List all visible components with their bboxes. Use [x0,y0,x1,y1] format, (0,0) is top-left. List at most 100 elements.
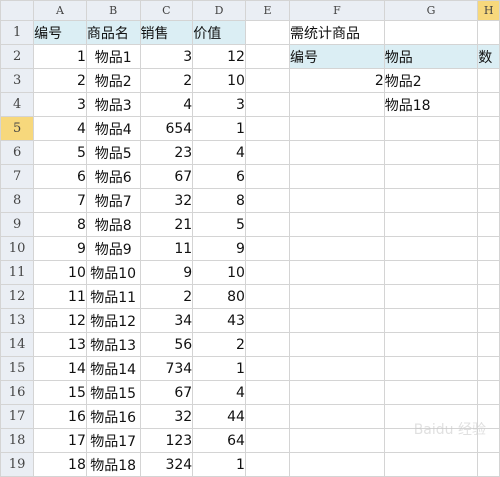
cell-e17[interactable] [244,404,291,429]
cell-g3[interactable]: 物品2 [383,68,479,93]
cell-e14[interactable] [244,332,291,357]
cell-f5[interactable] [289,116,385,141]
cell-g9[interactable] [383,212,479,237]
cell-f6[interactable] [289,140,385,165]
cell-f19[interactable] [289,452,385,477]
cell-c2[interactable]: 3 [139,44,194,69]
cell-g2[interactable]: 物品 [383,44,479,69]
cell-h7[interactable] [477,164,500,189]
cell-a6[interactable]: 5 [33,140,87,165]
cell-h6[interactable] [477,140,500,165]
cell-a7[interactable]: 6 [33,164,87,189]
column-header-f[interactable]: F [289,0,385,21]
row-header-13[interactable]: 13 [0,308,35,333]
cell-b14[interactable]: 物品13 [85,332,141,357]
cell-g5[interactable] [383,116,479,141]
cell-d12[interactable]: 80 [192,284,246,309]
row-header-15[interactable]: 15 [0,356,35,381]
cell-d10[interactable]: 9 [192,236,246,261]
cell-h17[interactable] [477,404,500,429]
row-header-9[interactable]: 9 [0,212,35,237]
cell-a18[interactable]: 17 [33,428,87,453]
cell-b19[interactable]: 物品18 [85,452,141,477]
cell-b12[interactable]: 物品11 [85,284,141,309]
cell-h16[interactable] [477,380,500,405]
cell-e4[interactable] [244,92,291,117]
cell-b2[interactable]: 物品1 [85,44,141,69]
cell-c12[interactable]: 2 [139,284,194,309]
cell-e18[interactable] [244,428,291,453]
cell-b1[interactable]: 商品名 [85,20,141,45]
column-header-d[interactable]: D [192,0,246,21]
cell-f4[interactable] [289,92,385,117]
cell-e11[interactable] [244,260,291,285]
row-header-12[interactable]: 12 [0,284,35,309]
cell-d5[interactable]: 1 [192,116,246,141]
row-header-10[interactable]: 10 [0,236,35,261]
row-header-7[interactable]: 7 [0,164,35,189]
cell-h15[interactable] [477,356,500,381]
cell-f14[interactable] [289,332,385,357]
row-header-3[interactable]: 3 [0,68,35,93]
cell-c9[interactable]: 21 [139,212,194,237]
cell-f13[interactable] [289,308,385,333]
cell-a3[interactable]: 2 [33,68,87,93]
cell-c10[interactable]: 11 [139,236,194,261]
cell-g17[interactable] [383,404,479,429]
cell-h11[interactable] [477,260,500,285]
cell-e13[interactable] [244,308,291,333]
row-header-5[interactable]: 5 [0,116,35,141]
cell-a1[interactable]: 编号 [33,20,87,45]
row-header-8[interactable]: 8 [0,188,35,213]
column-header-c[interactable]: C [139,0,194,21]
cell-c14[interactable]: 56 [139,332,194,357]
row-header-18[interactable]: 18 [0,428,35,453]
cell-c3[interactable]: 2 [139,68,194,93]
cell-f18[interactable] [289,428,385,453]
cell-g10[interactable] [383,236,479,261]
cell-h4[interactable] [477,92,500,117]
cell-g8[interactable] [383,188,479,213]
cell-h18[interactable] [477,428,500,453]
cell-g11[interactable] [383,260,479,285]
column-header-b[interactable]: B [85,0,141,21]
cell-f8[interactable] [289,188,385,213]
cell-d16[interactable]: 4 [192,380,246,405]
select-all-corner[interactable] [0,0,35,21]
cell-e8[interactable] [244,188,291,213]
cell-g16[interactable] [383,380,479,405]
cell-a10[interactable]: 9 [33,236,87,261]
cell-c8[interactable]: 32 [139,188,194,213]
cell-b4[interactable]: 物品3 [85,92,141,117]
cell-g6[interactable] [383,140,479,165]
cell-e2[interactable] [244,44,291,69]
cell-f12[interactable] [289,284,385,309]
cell-e7[interactable] [244,164,291,189]
cell-e1[interactable] [244,20,291,45]
cell-c1[interactable]: 销售 [139,20,194,45]
cell-e6[interactable] [244,140,291,165]
cell-b8[interactable]: 物品7 [85,188,141,213]
row-header-1[interactable]: 1 [0,20,35,45]
cell-a13[interactable]: 12 [33,308,87,333]
cell-e10[interactable] [244,236,291,261]
cell-d17[interactable]: 44 [192,404,246,429]
row-header-16[interactable]: 16 [0,380,35,405]
cell-d11[interactable]: 10 [192,260,246,285]
cell-a15[interactable]: 14 [33,356,87,381]
cell-d9[interactable]: 5 [192,212,246,237]
cell-a12[interactable]: 11 [33,284,87,309]
cell-d18[interactable]: 64 [192,428,246,453]
cell-c4[interactable]: 4 [139,92,194,117]
cell-c7[interactable]: 67 [139,164,194,189]
cell-e15[interactable] [244,356,291,381]
cell-a14[interactable]: 13 [33,332,87,357]
cell-f15[interactable] [289,356,385,381]
cell-g7[interactable] [383,164,479,189]
cell-d3[interactable]: 10 [192,68,246,93]
cell-f1[interactable]: 需统计商品 [289,20,385,45]
cell-f3[interactable]: 2 [289,68,385,93]
column-header-h[interactable]: H [477,0,500,21]
cell-b3[interactable]: 物品2 [85,68,141,93]
cell-b17[interactable]: 物品16 [85,404,141,429]
